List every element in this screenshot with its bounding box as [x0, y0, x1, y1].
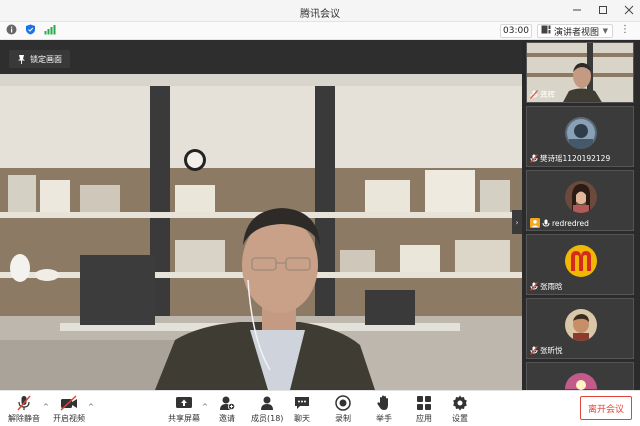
- participant-name: 张雨晗: [540, 282, 563, 291]
- meeting-timer: 03:00: [500, 24, 532, 38]
- info-icon[interactable]: [6, 24, 17, 38]
- chevron-up-icon[interactable]: ^: [202, 403, 208, 411]
- lock-view-label: 锁定画面: [30, 54, 62, 64]
- minimize-icon[interactable]: [570, 3, 584, 17]
- share-screen-button[interactable]: 共享屏幕: [168, 395, 200, 424]
- apps-label: 应用: [416, 414, 432, 423]
- chevron-up-icon[interactable]: ^: [88, 403, 94, 411]
- participant-tile[interactable]: redredred: [526, 170, 634, 231]
- invite-icon: [220, 396, 235, 411]
- record-label: 录制: [335, 414, 351, 423]
- participant-name-row: redredred: [530, 218, 589, 228]
- speaker-view-icon: [541, 25, 551, 37]
- participant-name-row: 张雨晗: [530, 281, 563, 292]
- pin-icon: [18, 55, 25, 64]
- raise-hand-label: 举手: [376, 414, 392, 423]
- participant-tile[interactable]: 龚辉: [526, 42, 634, 103]
- settings-button[interactable]: 设置: [452, 395, 468, 424]
- camera-off-icon: [60, 395, 77, 411]
- collapse-sidebar-icon[interactable]: ›: [512, 210, 522, 234]
- raise-hand-button[interactable]: 举手: [376, 395, 392, 424]
- chevron-up-icon[interactable]: ^: [43, 403, 49, 411]
- start-video-button[interactable]: 开启视频: [53, 395, 85, 424]
- unmute-button[interactable]: 解除静音: [8, 395, 40, 424]
- title-bar: 腾讯会议: [0, 0, 640, 22]
- raise-hand-icon: [377, 395, 388, 410]
- participant-tile[interactable]: [526, 362, 634, 390]
- view-mode-dropdown[interactable]: 演讲者视图 ▼: [537, 24, 613, 38]
- view-mode-label: 演讲者视图: [554, 27, 600, 38]
- bottom-bar: 解除静音 ^ 开启视频 ^ 共享屏幕 ^ 邀请 成员(18) 聊天 录制 举手 …: [0, 390, 640, 426]
- mic-muted-icon: [530, 346, 538, 355]
- avatar: [565, 309, 597, 341]
- meeting-toolbar: 03:00 演讲者视图 ▼ ⋮: [0, 22, 640, 40]
- mic-icon: [542, 219, 550, 227]
- participant-name-row: 樊诗瑶1120192129: [530, 153, 610, 164]
- participant-name-row: 龚辉: [530, 89, 555, 100]
- share-screen-label: 共享屏幕: [168, 414, 200, 423]
- participant-name: 龚辉: [540, 90, 555, 99]
- mic-muted-icon: [530, 90, 538, 99]
- participant-tile[interactable]: 张昕悦: [526, 298, 634, 359]
- maximize-icon[interactable]: [596, 3, 610, 17]
- leave-meeting-button[interactable]: 离开会议: [580, 396, 632, 420]
- start-video-label: 开启视频: [53, 414, 85, 423]
- share-screen-icon: [176, 397, 192, 408]
- speaker-video-frame: [0, 40, 522, 390]
- participant-name: 樊诗瑶1120192129: [540, 154, 611, 163]
- chat-label: 聊天: [294, 414, 310, 423]
- record-icon: [335, 395, 351, 411]
- main-speaker-video: 锁定画面 ›: [0, 40, 522, 390]
- mic-muted-icon: [17, 395, 31, 411]
- invite-button[interactable]: 邀请: [219, 395, 235, 424]
- apps-button[interactable]: 应用: [416, 395, 432, 424]
- record-button[interactable]: 录制: [335, 395, 351, 424]
- invite-label: 邀请: [219, 414, 235, 423]
- lock-view-button[interactable]: 锁定画面: [9, 50, 70, 68]
- chevron-down-icon: ▼: [602, 27, 608, 35]
- avatar: [565, 181, 597, 213]
- unmute-label: 解除静音: [8, 414, 40, 423]
- members-label: 成员(18): [251, 414, 284, 423]
- shield-icon[interactable]: [25, 24, 36, 38]
- participant-tile[interactable]: 张雨晗: [526, 234, 634, 295]
- meeting-stage: 锁定画面 › 龚辉 樊诗瑶1120192129 redredred 张雨晗 张昕…: [0, 40, 640, 390]
- signal-icon: [44, 24, 56, 38]
- gear-icon: [453, 395, 467, 411]
- window-title: 腾讯会议: [300, 9, 340, 20]
- chat-button[interactable]: 聊天: [294, 395, 310, 424]
- participant-list[interactable]: 龚辉 樊诗瑶1120192129 redredred 张雨晗 张昕悦: [526, 40, 634, 390]
- more-icon[interactable]: ⋮: [620, 24, 630, 35]
- participant-name: redredred: [552, 218, 589, 228]
- avatar: [565, 245, 597, 277]
- user-icon: [530, 218, 540, 228]
- mic-muted-icon: [530, 282, 538, 291]
- members-button[interactable]: 成员(18): [251, 395, 283, 424]
- apps-icon: [417, 396, 431, 410]
- mic-muted-icon: [530, 154, 538, 163]
- window-controls: [570, 3, 636, 17]
- avatar: [565, 117, 597, 149]
- members-icon: [261, 396, 274, 410]
- avatar: [565, 373, 597, 390]
- settings-label: 设置: [452, 414, 468, 423]
- chat-icon: [295, 397, 309, 409]
- participant-name-row: 张昕悦: [530, 345, 563, 356]
- participant-tile[interactable]: 樊诗瑶1120192129: [526, 106, 634, 167]
- participant-name: 张昕悦: [540, 346, 563, 355]
- close-icon[interactable]: [622, 3, 636, 17]
